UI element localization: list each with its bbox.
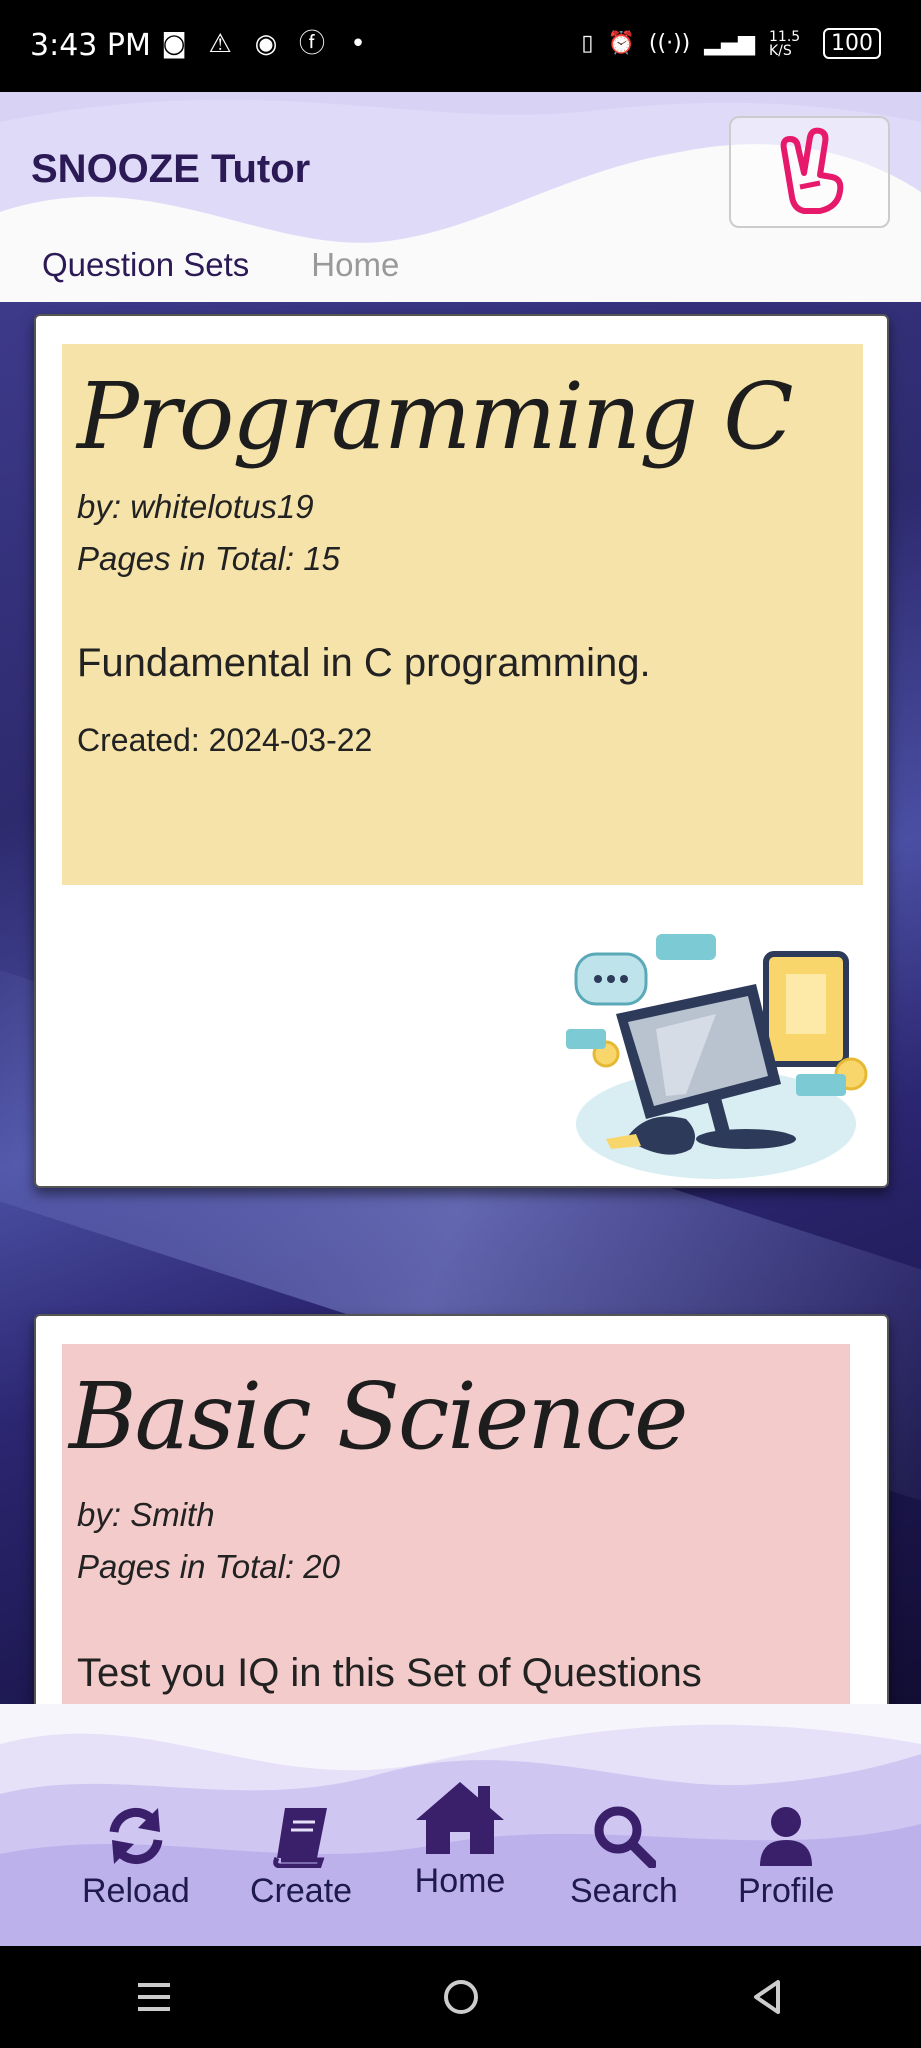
- menu-icon[interactable]: [134, 1977, 174, 2017]
- notification-app-icon: ◙: [161, 29, 187, 59]
- status-bar: 3:43 PM ◙ ⚠ ◉ ⓕ • ▯ ⏰ ((·)) ▂▄▆ 11.5 K/S…: [0, 0, 921, 92]
- bottom-navigation: Reload Create Home Search Profile: [0, 1704, 921, 1946]
- set-description: Test you IQ in this Set of Questions: [77, 1651, 702, 1696]
- set-created-date: Created: 2024-03-22: [77, 722, 373, 759]
- question-set-card[interactable]: Programming C by: whitelotus19 Pages in …: [34, 314, 889, 1188]
- question-set-card[interactable]: Basic Science by: Smith Pages in Total: …: [34, 1314, 889, 1704]
- home-circle-icon[interactable]: [441, 1977, 481, 2017]
- card-info-panel: Basic Science by: Smith Pages in Total: …: [62, 1344, 850, 1704]
- logo-button[interactable]: [729, 116, 890, 228]
- nav-profile[interactable]: Profile: [738, 1804, 834, 1911]
- status-time: 3:43 PM: [30, 28, 151, 63]
- set-pages: Pages in Total: 20: [77, 1548, 340, 1586]
- messenger-icon: ◉: [254, 29, 278, 59]
- peace-hand-icon: [780, 127, 843, 214]
- home-icon: [416, 1782, 504, 1854]
- set-description: Fundamental in C programming.: [77, 641, 651, 686]
- nav-reload[interactable]: Reload: [82, 1804, 190, 1911]
- book-icon: [273, 1808, 328, 1868]
- nav-label: Home: [414, 1862, 506, 1900]
- vibrate-icon: ▯: [581, 31, 594, 56]
- back-icon[interactable]: [748, 1977, 788, 2017]
- system-navigation-bar: [0, 1946, 921, 2048]
- alarm-icon: ⏰: [607, 31, 635, 56]
- battery-indicator: 100: [823, 28, 881, 59]
- set-author: by: Smith: [77, 1496, 215, 1534]
- nav-search[interactable]: Search: [570, 1804, 678, 1911]
- nav-label: Create: [250, 1872, 353, 1910]
- warning-icon: ⚠: [208, 29, 232, 59]
- card-info-panel: Programming C by: whitelotus19 Pages in …: [62, 344, 863, 885]
- profile-icon: [760, 1807, 813, 1866]
- set-title: Programming C: [77, 363, 794, 470]
- signal-icon: ▂▄▆: [704, 31, 755, 56]
- search-icon: [594, 1806, 656, 1868]
- facebook-icon: ⓕ: [298, 29, 325, 59]
- set-title: Basic Science: [69, 1363, 689, 1470]
- app-title: SNOOZE Tutor: [31, 147, 311, 191]
- nav-home[interactable]: Home: [412, 1778, 508, 1901]
- nav-create[interactable]: Create: [250, 1804, 352, 1911]
- network-speed: 11.5 K/S: [769, 28, 801, 59]
- reload-icon: [109, 1808, 163, 1864]
- hotspot-icon: ((·)): [648, 31, 691, 56]
- tab-question-sets[interactable]: Question Sets: [0, 232, 279, 302]
- set-author: by: whitelotus19: [77, 488, 314, 526]
- nav-label: Profile: [738, 1872, 835, 1910]
- notification-icons: ◙ ⚠ ◉ ⓕ •: [158, 28, 374, 60]
- tab-bar: Question Sets Home: [0, 232, 429, 302]
- set-pages: Pages in Total: 15: [77, 540, 340, 578]
- tab-home[interactable]: Home: [279, 232, 429, 302]
- more-dot-icon: •: [350, 29, 366, 59]
- nav-label: Reload: [82, 1872, 190, 1910]
- question-set-list[interactable]: Programming C by: whitelotus19 Pages in …: [0, 302, 921, 1704]
- computer-illustration: [566, 934, 868, 1179]
- status-right: ▯ ⏰ ((·)) ▂▄▆ 11.5 K/S 100: [581, 28, 881, 59]
- app-header: SNOOZE Tutor Question Sets Home: [0, 92, 921, 302]
- nav-label: Search: [570, 1872, 678, 1910]
